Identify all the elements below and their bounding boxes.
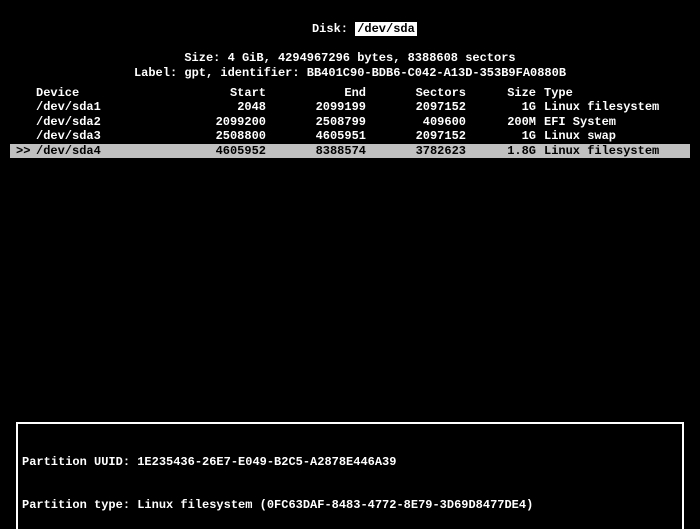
table-header: Device Start End Sectors Size Type [10, 86, 690, 100]
header: Disk: /dev/sda Size: 4 GiB, 4294967296 b… [10, 8, 690, 80]
cell-end: 2099199 [266, 100, 366, 114]
empty-area [10, 158, 690, 418]
cell-sectors: 3782623 [366, 144, 466, 158]
cell-size: 1G [466, 100, 536, 114]
cell-sectors: 2097152 [366, 129, 466, 143]
cell-device: /dev/sda2 [36, 115, 166, 129]
disk-path: /dev/sda [355, 22, 417, 36]
cell-sectors: 2097152 [366, 100, 466, 114]
cell-size: 1.8G [466, 144, 536, 158]
table-row[interactable]: /dev/sda12048209919920971521GLinux files… [10, 100, 690, 114]
cell-sectors: 409600 [366, 115, 466, 129]
cell-size: 200M [466, 115, 536, 129]
table-row[interactable]: /dev/sda220992002508799409600200MEFI Sys… [10, 115, 690, 129]
cell-start: 2508800 [166, 129, 266, 143]
cell-start: 2048 [166, 100, 266, 114]
cell-start: 2099200 [166, 115, 266, 129]
row-cursor [16, 129, 36, 143]
cell-device: /dev/sda1 [36, 100, 166, 114]
col-start: Start [166, 86, 266, 100]
cell-size: 1G [466, 129, 536, 143]
cell-device: /dev/sda4 [36, 144, 166, 158]
partition-type: Partition type: Linux filesystem (0FC63D… [22, 498, 678, 512]
table-row[interactable]: /dev/sda32508800460595120971521GLinux sw… [10, 129, 690, 143]
cell-type: Linux swap [536, 129, 684, 143]
cell-end: 2508799 [266, 115, 366, 129]
cell-end: 8388574 [266, 144, 366, 158]
partition-table: Device Start End Sectors Size Type /dev/… [10, 86, 690, 158]
cell-end: 4605951 [266, 129, 366, 143]
cell-type: EFI System [536, 115, 684, 129]
partition-uuid: Partition UUID: 1E235436-26E7-E049-B2C5-… [22, 455, 678, 469]
col-device: Device [36, 86, 166, 100]
col-type: Type [536, 86, 684, 100]
table-row[interactable]: >>/dev/sda44605952838857437826231.8GLinu… [10, 144, 690, 158]
cell-start: 4605952 [166, 144, 266, 158]
row-cursor [16, 115, 36, 129]
disk-label: Disk: [312, 22, 355, 36]
col-size: Size [466, 86, 536, 100]
disk-size: Size: 4 GiB, 4294967296 bytes, 8388608 s… [10, 51, 690, 65]
disk-identifier: Label: gpt, identifier: BB401C90-BDB6-C0… [10, 66, 690, 80]
cell-device: /dev/sda3 [36, 129, 166, 143]
partition-info-box: Partition UUID: 1E235436-26E7-E049-B2C5-… [16, 422, 684, 529]
row-cursor [16, 100, 36, 114]
col-sectors: Sectors [366, 86, 466, 100]
row-cursor: >> [16, 144, 36, 158]
cell-type: Linux filesystem [536, 144, 684, 158]
col-end: End [266, 86, 366, 100]
cell-type: Linux filesystem [536, 100, 684, 114]
